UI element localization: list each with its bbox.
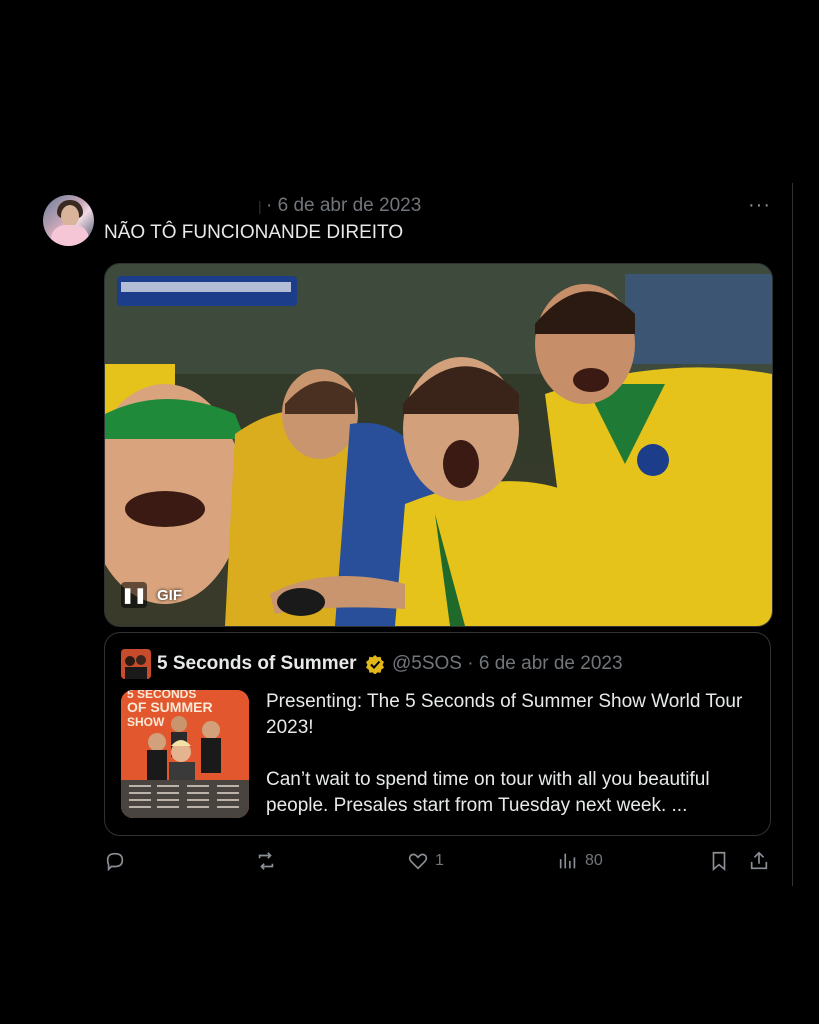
quoted-tweet[interactable]: 5 Seconds of Summer @5SOS · 6 de abr de … <box>104 632 771 836</box>
quoted-paragraph-2: Can’t wait to spend time on tour with al… <box>266 769 710 816</box>
tweet-gif[interactable]: ❚❚ GIF <box>104 263 773 627</box>
svg-text:SHOW: SHOW <box>127 715 165 729</box>
reply-button[interactable] <box>104 850 126 872</box>
analytics-icon <box>559 853 576 869</box>
repost-button[interactable] <box>255 850 277 872</box>
gif-frame-image <box>105 264 772 626</box>
views-button[interactable]: 80 <box>557 850 603 872</box>
quoted-tweet-text: Presenting: The 5 Seconds of Summer Show… <box>266 689 756 845</box>
share-button[interactable] <box>748 850 770 872</box>
tour-poster-graphic: 5 SECONDS OF SUMMER SHOW <box>121 690 249 818</box>
quoted-paragraph-1: Presenting: The 5 Seconds of Summer Show… <box>266 691 743 738</box>
tweet-date[interactable]: · 6 de abr de 2023 <box>266 195 421 217</box>
like-button[interactable]: 1 <box>407 850 444 872</box>
verified-badge-icon <box>366 655 384 674</box>
like-count: 1 <box>435 852 444 869</box>
tweet-actions: 1 80 <box>104 850 772 878</box>
views-count: 80 <box>585 852 603 869</box>
quoted-handle-date[interactable]: @5SOS · 6 de abr de 2023 <box>392 653 623 675</box>
quoted-user-name[interactable]: 5 Seconds of Summer <box>157 653 357 675</box>
pause-icon[interactable]: ❚❚ <box>121 582 147 608</box>
heart-icon <box>408 853 428 870</box>
reply-icon <box>106 852 124 872</box>
more-options-icon[interactable]: ··· <box>748 194 771 217</box>
tour-poster-image[interactable]: 5 SECONDS OF SUMMER SHOW <box>121 690 249 818</box>
repost-icon <box>258 852 274 870</box>
user-avatar[interactable] <box>43 195 94 246</box>
tweet-text: NÃO TÔ FUNCIONANDE DIREITO <box>104 222 404 243</box>
bookmark-button[interactable] <box>708 850 730 872</box>
svg-text:OF SUMMER: OF SUMMER <box>127 699 213 715</box>
bookmark-icon <box>712 851 726 872</box>
timeline-divider <box>792 183 793 886</box>
author-handle-fragment: | <box>258 198 262 214</box>
share-icon <box>750 851 768 870</box>
gif-badge: GIF <box>157 586 182 604</box>
quoted-user-avatar[interactable] <box>121 649 151 679</box>
